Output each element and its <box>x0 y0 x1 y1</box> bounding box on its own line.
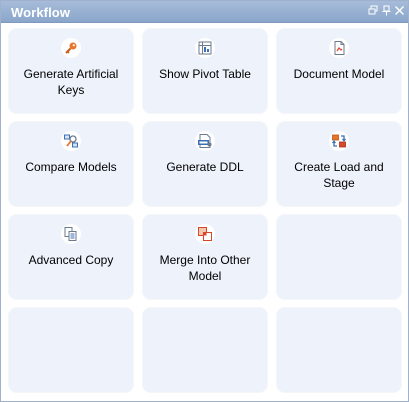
tile-merge-into-other-model[interactable]: Merge Into Other Model <box>142 214 268 300</box>
workflow-grid: Generate Artificial Keys Show Pivot Tabl… <box>8 28 403 396</box>
workflow-panel: Workflow Generate Artificial Keys Show P… <box>0 0 409 402</box>
document-icon <box>329 38 349 58</box>
compare-models-icon <box>61 131 81 151</box>
tile-empty <box>142 307 268 393</box>
tile-show-pivot-table[interactable]: Show Pivot Table <box>142 28 268 114</box>
tile-empty <box>276 307 402 393</box>
tile-create-load-and-stage[interactable]: Create Load and Stage <box>276 121 402 207</box>
tile-label: Generate DDL <box>166 160 244 174</box>
tile-generate-artificial-keys[interactable]: Generate Artificial Keys <box>8 28 134 114</box>
pin-icon[interactable] <box>381 5 392 16</box>
merge-icon <box>195 224 215 244</box>
tile-compare-models[interactable]: Compare Models <box>8 121 134 207</box>
close-icon[interactable] <box>394 5 405 16</box>
tile-label: Show Pivot Table <box>159 67 251 81</box>
key-icon <box>61 38 81 58</box>
tile-label: Document Model <box>293 67 385 81</box>
panel-titlebar[interactable]: Workflow <box>1 1 408 23</box>
restore-icon[interactable] <box>368 5 379 16</box>
tile-document-model[interactable]: Document Model <box>276 28 402 114</box>
tile-generate-ddl[interactable]: Generate DDL <box>142 121 268 207</box>
tile-label: Compare Models <box>25 160 117 174</box>
tile-label: Advanced Copy <box>28 253 114 267</box>
tile-empty <box>276 214 402 300</box>
pivot-table-icon <box>195 38 215 58</box>
tile-label: Generate Artificial Keys <box>23 67 119 97</box>
load-stage-icon <box>329 131 349 151</box>
tile-label: Create Load and Stage <box>294 160 384 190</box>
tile-label: Merge Into Other Model <box>159 253 251 283</box>
panel-title: Workflow <box>11 5 71 20</box>
copy-icon <box>61 224 81 244</box>
ddl-icon <box>195 131 215 151</box>
tile-empty <box>8 307 134 393</box>
tile-advanced-copy[interactable]: Advanced Copy <box>8 214 134 300</box>
